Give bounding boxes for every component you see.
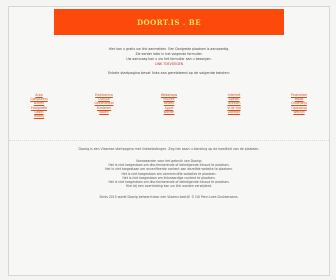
page-container: DOORT.IS . BE Hier kan u gratis uw link … xyxy=(8,6,330,276)
category-column: Elektronica Cultuur Gezondheid Kinderen … xyxy=(84,93,124,114)
categories-heading: Enkele startpagina bevat links aan gerel… xyxy=(108,71,230,75)
divider xyxy=(9,140,329,141)
rule-line: Hier bij een overtreding kan uw link wor… xyxy=(126,184,212,189)
category-grid: Auto Computers Dieren Fotografie Gezin H… xyxy=(19,93,319,133)
intro-text: Hier kan u gratis uw link aanmelden. Een… xyxy=(9,47,329,67)
add-link-link[interactable]: LINK TOEVOEGEN xyxy=(9,62,329,67)
category-link[interactable]: Hobby xyxy=(19,114,59,118)
category-link[interactable]: Welzijn xyxy=(279,110,319,114)
footer-text: Sinds 2015 wordt Doorig beheerd door een… xyxy=(99,195,239,199)
category-link[interactable]: Zakelijk xyxy=(214,110,254,114)
category-link[interactable]: Wonen xyxy=(149,110,189,114)
category-column: Internet Spelen Telecom Vrije tijd Zakel… xyxy=(214,93,254,114)
category-column: Webshops Muziek Reizen Sport Wonen xyxy=(149,93,189,114)
rules-list: Voorwaarden voor het gebruik van Doorig:… xyxy=(9,159,329,188)
site-title: DOORT.IS . BE xyxy=(136,17,202,27)
category-link[interactable]: Koken xyxy=(84,110,124,114)
site-banner[interactable]: DOORT.IS . BE xyxy=(54,9,284,35)
category-column: Auto Computers Dieren Fotografie Gezin H… xyxy=(19,93,59,118)
category-column: Financieel Mode Onderwijs Opleiding Welz… xyxy=(279,93,319,114)
notice-text: Doorig.is een Vlaamse startpagina met li… xyxy=(78,147,260,151)
